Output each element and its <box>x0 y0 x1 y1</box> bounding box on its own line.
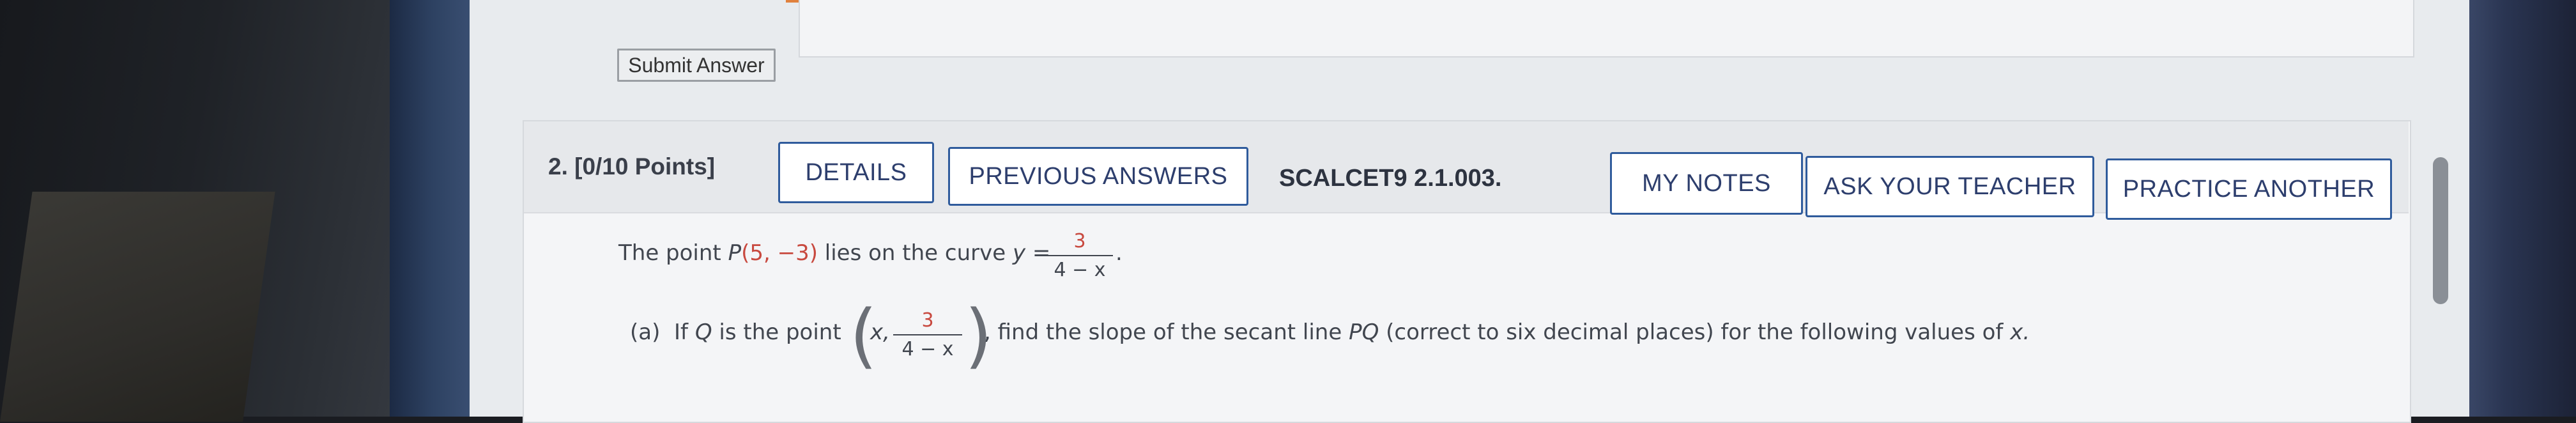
my-notes-button[interactable]: MY NOTES <box>1610 152 1803 215</box>
curve-fraction-numerator: 3 <box>1073 230 1086 252</box>
practice-another-button[interactable]: PRACTICE ANOTHER <box>2106 158 2392 220</box>
problem-code: SCALCET9 2.1.003. <box>1279 165 1502 192</box>
part-a-is-point: is the point <box>719 319 841 345</box>
statement-prefix: The point <box>618 240 728 266</box>
question-number-points: 2. [0/10 Points] <box>548 153 716 180</box>
part-a-question: , find the slope of the secant line PQ (… <box>984 319 2030 345</box>
part-a-rest2: (correct to six decimal places) for the … <box>1386 319 2004 345</box>
curve-fraction: 3 4 − x <box>1046 230 1113 281</box>
problem-statement: The point P(5, −3) lies on the curve y = <box>618 240 1050 266</box>
statement-mid: lies on the curve <box>817 240 1013 266</box>
q-variable: Q <box>694 319 712 345</box>
curve-fraction-denominator: 4 − x <box>1054 259 1106 281</box>
statement-end: . <box>1116 240 1123 266</box>
x-coordinate: x, <box>870 319 890 345</box>
previous-answer-box <box>799 0 2414 58</box>
part-a-if: If <box>674 319 688 345</box>
part-a-label: (a) <box>630 319 661 345</box>
monitor-bezel-right <box>2466 0 2576 417</box>
scrollbar-thumb[interactable] <box>2433 157 2448 304</box>
monitor-bezel-left <box>390 0 473 417</box>
part-a-rest: , find the slope of the secant line <box>984 319 1342 345</box>
point-coordinates: (5, −3) <box>741 240 818 266</box>
submit-answer-button[interactable]: Submit Answer <box>617 49 776 82</box>
point-fraction: 3 4 − x <box>893 309 962 360</box>
part-a-intro: (a) If Q is the point <box>630 319 841 345</box>
point-fraction-denominator: 4 − x <box>901 338 954 360</box>
fraction-bar <box>893 334 962 335</box>
details-button[interactable]: DETAILS <box>778 142 934 203</box>
ask-your-teacher-button[interactable]: ASK YOUR TEACHER <box>1805 156 2094 217</box>
fraction-bar <box>1046 255 1113 256</box>
previous-answers-button[interactable]: PREVIOUS ANSWERS <box>948 147 1248 206</box>
pq-label: PQ <box>1349 319 1379 345</box>
background-surface <box>0 192 275 422</box>
point-fraction-numerator: 3 <box>921 309 934 332</box>
curve-equation-lhs: y = <box>1012 240 1051 266</box>
point-name: P <box>728 240 742 266</box>
x-variable: x. <box>2010 319 2030 345</box>
